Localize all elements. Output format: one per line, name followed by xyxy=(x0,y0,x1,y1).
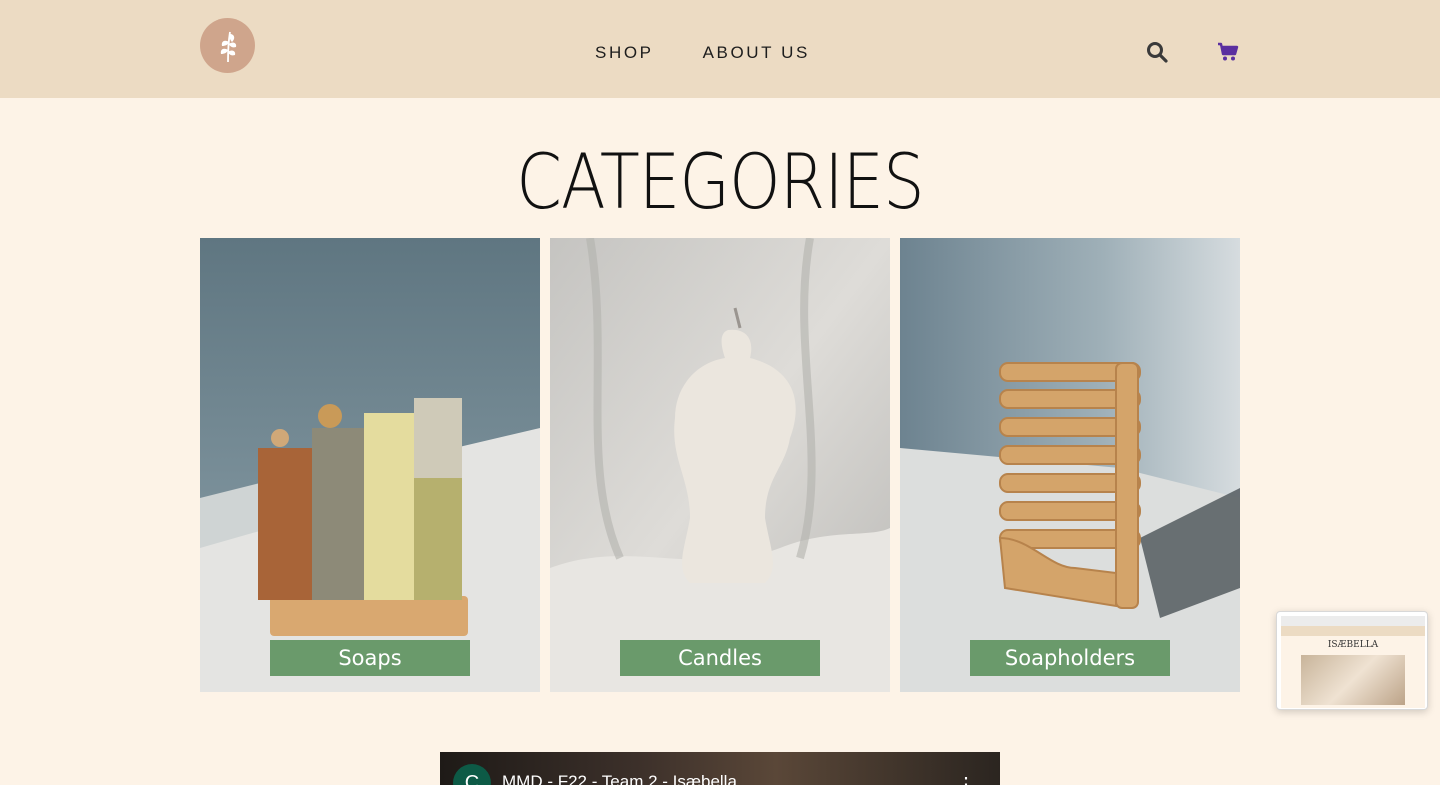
category-card-soaps[interactable]: Soaps xyxy=(200,238,540,692)
category-label-candles: Candles xyxy=(620,640,820,676)
thumbnail-header xyxy=(1281,626,1425,636)
site-header: SHOP ABOUT US xyxy=(0,0,1440,98)
search-button[interactable] xyxy=(1145,40,1169,64)
candles-image xyxy=(550,238,890,692)
nav-about-us[interactable]: ABOUT US xyxy=(703,43,810,63)
channel-avatar[interactable]: C xyxy=(453,764,491,785)
thumbnail-browser-bar xyxy=(1281,616,1425,626)
main-nav: SHOP ABOUT US xyxy=(595,43,810,63)
category-label-soaps: Soaps xyxy=(270,640,470,676)
logo[interactable] xyxy=(200,18,255,73)
category-card-candles[interactable]: Candles xyxy=(550,238,890,692)
cart-icon xyxy=(1218,42,1239,61)
leaf-icon xyxy=(220,31,236,62)
soapholders-image xyxy=(900,238,1240,692)
soaps-image xyxy=(200,238,540,692)
thumbnail-image xyxy=(1301,655,1405,705)
thumbnail-title: ISÆBELLA xyxy=(1327,640,1379,650)
video-title[interactable]: MMD - F22 - Team 2 - Isæbella xyxy=(502,772,737,785)
category-label-soapholders: Soapholders xyxy=(970,640,1170,676)
nav-shop[interactable]: SHOP xyxy=(595,43,654,63)
more-vertical-icon[interactable]: ⋮ xyxy=(956,772,976,785)
embedded-video[interactable]: C MMD - F22 - Team 2 - Isæbella ⋮ xyxy=(440,752,1000,785)
search-icon xyxy=(1147,42,1168,63)
page-title: CATEGORIES xyxy=(516,137,924,226)
page-preview-thumbnail[interactable]: ISÆBELLA xyxy=(1276,611,1428,710)
category-card-soapholders[interactable]: Soapholders xyxy=(900,238,1240,692)
cart-button[interactable] xyxy=(1216,40,1240,64)
